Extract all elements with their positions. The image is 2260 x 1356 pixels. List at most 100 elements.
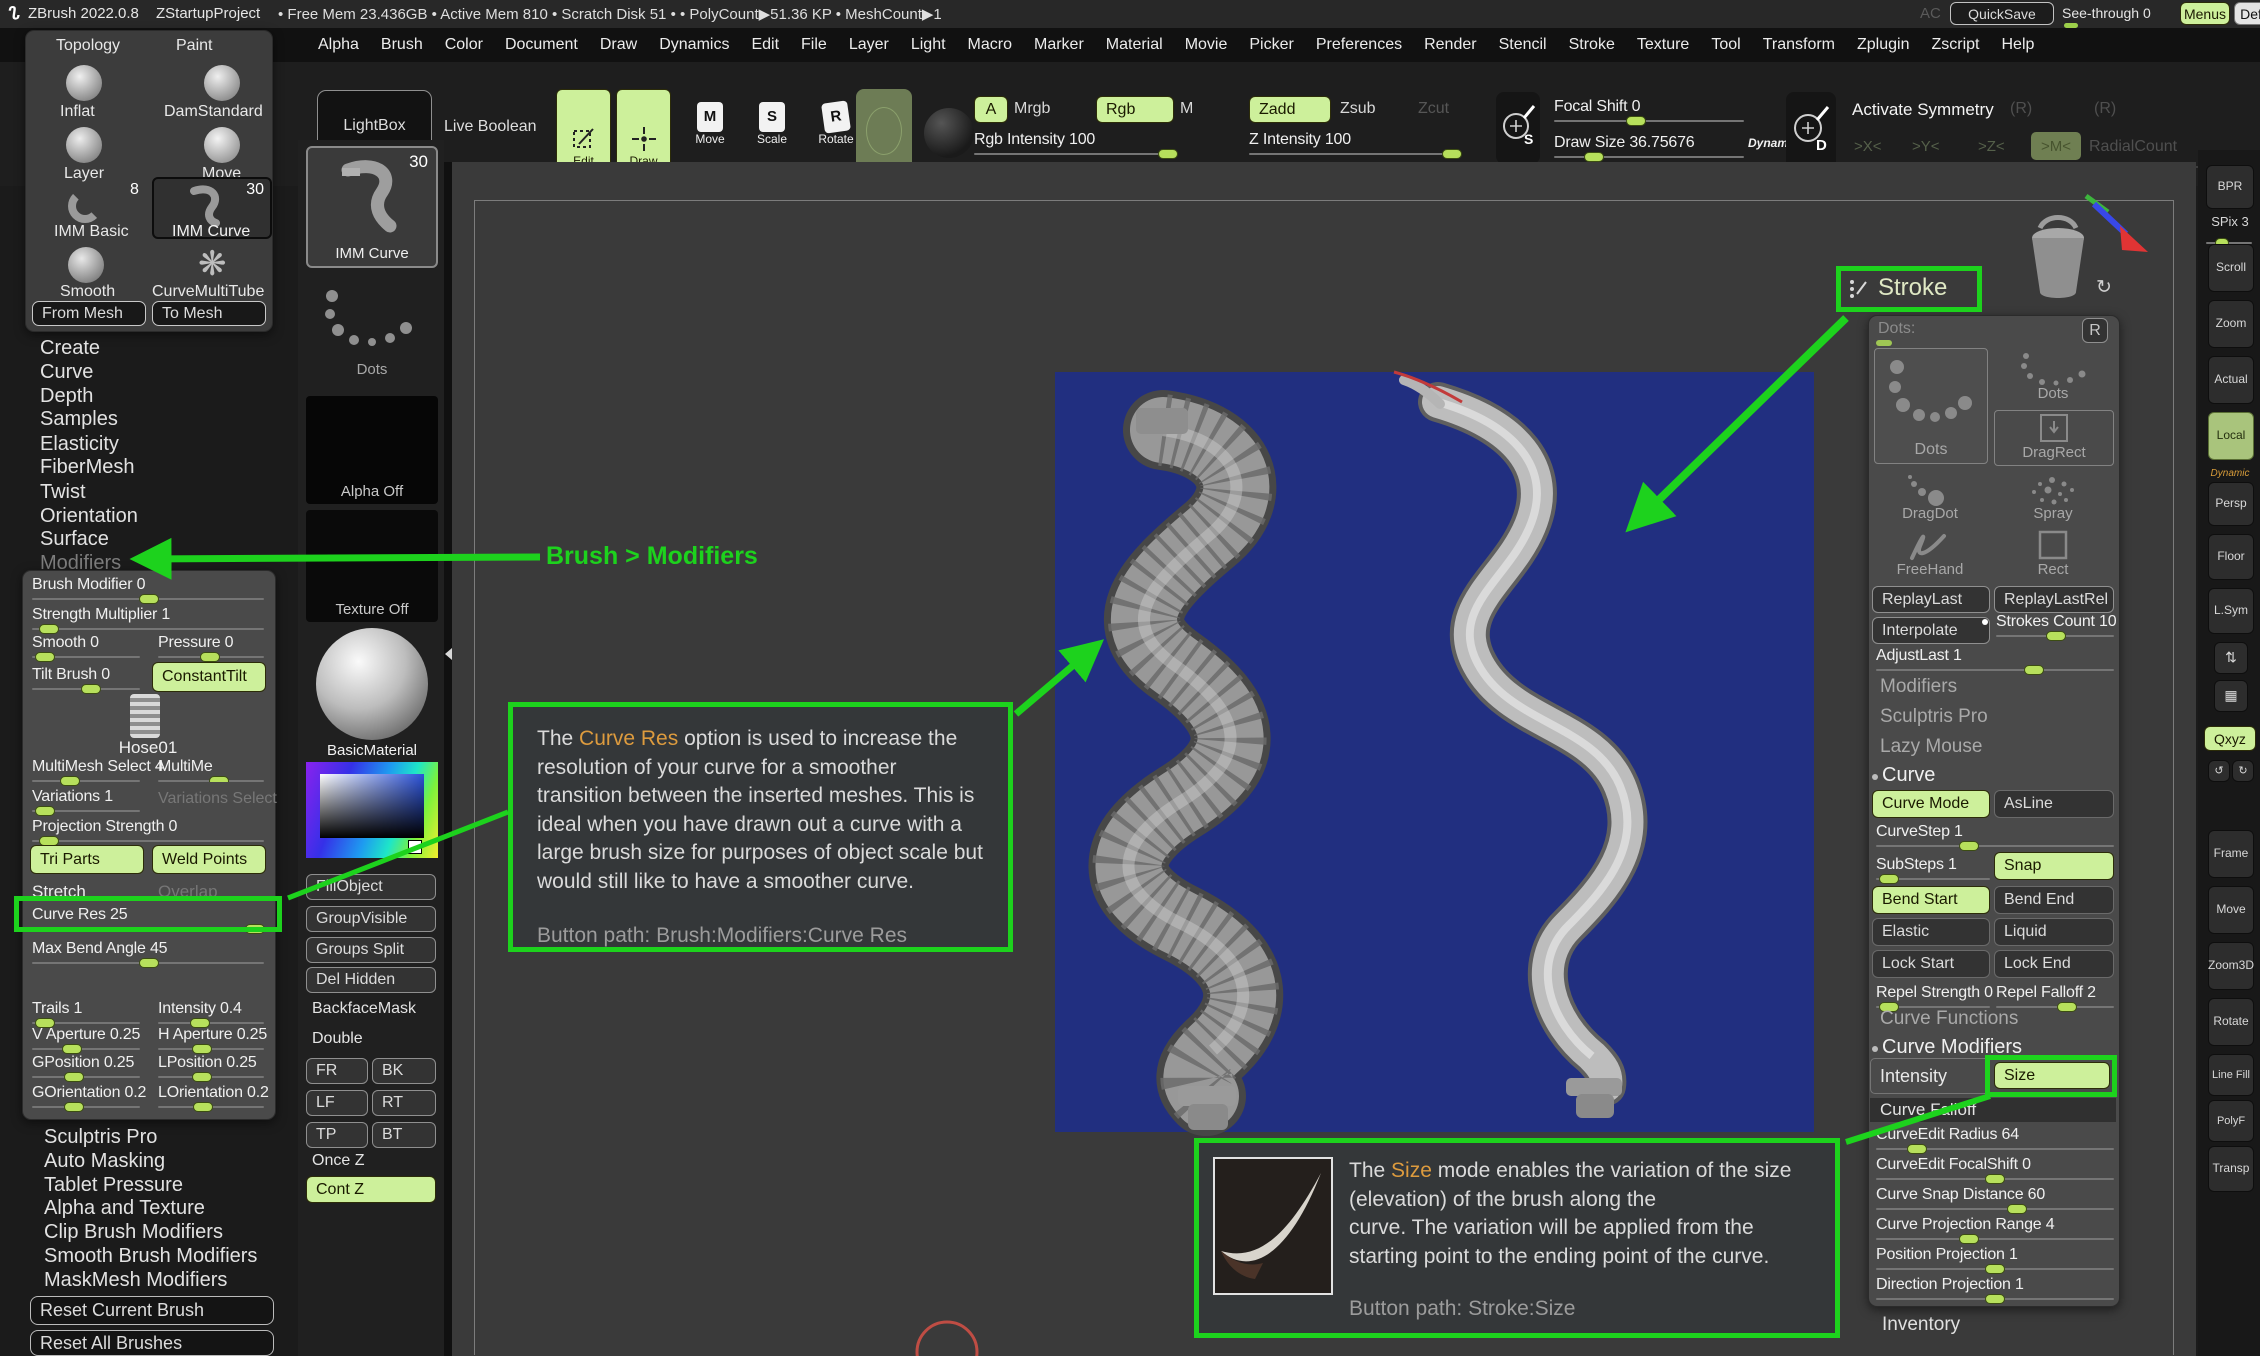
section-smooth-brush-modifiers[interactable]: Smooth Brush Modifiers (44, 1245, 257, 1268)
shelf-updown-icon[interactable]: ⇅ (2214, 642, 2248, 674)
scale-mode-button[interactable]: S Scale (752, 102, 792, 146)
mrgb-toggle[interactable]: Mrgb (1014, 100, 1050, 118)
section-twist[interactable]: Twist (40, 481, 86, 504)
backface-mask-toggle[interactable]: BackfaceMask (312, 1000, 416, 1018)
section-maskmesh-modifiers[interactable]: MaskMesh Modifiers (44, 1269, 227, 1292)
menu-file[interactable]: File (801, 36, 827, 54)
shelf-grid-icon[interactable]: ▦ (2214, 680, 2248, 712)
focal-shift-icon[interactable]: S (1496, 92, 1540, 164)
hose01-thumbnail[interactable] (130, 694, 160, 738)
rt-button[interactable]: RT (372, 1090, 436, 1116)
zoom3d-button[interactable]: Zoom3D (2208, 942, 2254, 990)
zsub-toggle[interactable]: Zsub (1340, 100, 1376, 118)
bend-start-button[interactable]: Bend Start (1872, 886, 1990, 914)
brush-thumb-smooth[interactable]: Smooth (60, 283, 115, 301)
reset-all-brushes-button[interactable]: Reset All Brushes (30, 1330, 274, 1356)
line-fill-button[interactable]: Line Fill (2208, 1054, 2254, 1096)
document[interactable] (1055, 372, 1814, 1132)
multimesh-select-slider[interactable]: MultiMesh Select 4 (32, 758, 140, 782)
def-button[interactable]: Def (2234, 2, 2260, 25)
a-toggle[interactable]: A (974, 96, 1008, 123)
scroll-button[interactable]: Scroll (2208, 244, 2254, 292)
section-samples[interactable]: Samples (40, 408, 118, 431)
stroke-section-curve-functions[interactable]: Curve Functions (1880, 1008, 2018, 1030)
snap-button[interactable]: Snap (1994, 852, 2114, 880)
menu-macro[interactable]: Macro (968, 36, 1012, 54)
intensity-mode-button[interactable]: Intensity (1880, 1066, 1947, 1087)
local-button[interactable]: Local (2208, 412, 2254, 460)
stroke-section-curve[interactable]: Curve (1882, 764, 1935, 787)
strength-multiplier-slider[interactable]: Strength Multiplier 1 (32, 606, 264, 630)
curveedit-radius-slider[interactable]: CurveEdit Radius 64 (1876, 1126, 2114, 1150)
texture-tile[interactable]: Texture Off (306, 510, 438, 622)
rotate-3d-button[interactable]: Rotate (2208, 998, 2254, 1046)
section-alpha-texture[interactable]: Alpha and Texture (44, 1197, 205, 1220)
direction-projection-slider[interactable]: Direction Projection 1 (1876, 1276, 2114, 1300)
menu-stroke[interactable]: Stroke (1569, 36, 1615, 54)
stroke-type-freehand[interactable]: FreeHand (1874, 530, 1986, 582)
stroke-type-spray[interactable]: Spray (1994, 470, 2112, 526)
curve-snap-distance-slider[interactable]: Curve Snap Distance 60 (1876, 1186, 2114, 1210)
stroke-type-tile[interactable]: Dots (306, 278, 438, 382)
shelf-rotl-icon[interactable]: ↺ (2208, 760, 2230, 782)
v-aperture-slider[interactable]: V Aperture 0.25 (32, 1026, 140, 1050)
sym-m-toggle[interactable]: >M< (2031, 132, 2081, 160)
brush-thumb-curvemultitube[interactable]: CurveMultiTube (152, 283, 264, 301)
spix-slider[interactable]: SPix 3 (2204, 214, 2256, 229)
quicksave-button[interactable]: QuickSave (1950, 2, 2054, 25)
l-position-slider[interactable]: LPosition 0.25 (158, 1054, 264, 1078)
menu-edit[interactable]: Edit (751, 36, 779, 54)
section-clip-brush-modifiers[interactable]: Clip Brush Modifiers (44, 1221, 223, 1244)
rgb-toggle[interactable]: Rgb (1096, 96, 1174, 123)
material-slot[interactable] (924, 108, 974, 158)
group-visible-button[interactable]: GroupVisible (306, 906, 436, 932)
max-bend-angle-slider[interactable]: Max Bend Angle 45 (32, 940, 264, 964)
replay-last-button[interactable]: ReplayLast (1872, 586, 1990, 613)
strokes-count-slider[interactable]: Strokes Count 10 (1996, 613, 2114, 637)
menu-movie[interactable]: Movie (1185, 36, 1228, 54)
panel-refresh-icon[interactable]: ↻ (2096, 276, 2112, 299)
pressure-slider[interactable]: Pressure 0 (158, 634, 264, 658)
substeps-slider[interactable]: SubSteps 1 (1876, 856, 1990, 880)
material-tile[interactable] (316, 628, 428, 740)
tilt-brush-slider[interactable]: Tilt Brush 0 (32, 666, 140, 690)
stroke-type-rect[interactable]: Rect (1994, 530, 2112, 582)
zoom-button[interactable]: Zoom (2208, 300, 2254, 348)
zadd-toggle[interactable]: Zadd (1249, 96, 1331, 123)
stroke-section-sculptris[interactable]: Sculptris Pro (1880, 706, 1988, 728)
actual-button[interactable]: Actual (2208, 356, 2254, 404)
canvas-left-divider[interactable] (444, 162, 452, 1356)
position-projection-slider[interactable]: Position Projection 1 (1876, 1246, 2114, 1270)
brush-thumb-imm-basic[interactable]: IMM Basic (54, 223, 129, 241)
curve-step-slider[interactable]: CurveStep 1 (1876, 823, 2114, 847)
g-orientation-slider[interactable]: GOrientation 0.2 (32, 1084, 140, 1108)
focal-shift-slider[interactable]: Focal Shift 0 (1554, 98, 1744, 122)
stroke-section-modifiers[interactable]: Modifiers (1880, 676, 1957, 698)
floor-button[interactable]: Floor (2208, 534, 2254, 580)
menu-marker[interactable]: Marker (1034, 36, 1084, 54)
section-depth[interactable]: Depth (40, 385, 93, 408)
menu-stencil[interactable]: Stencil (1499, 36, 1547, 54)
menu-dynamics[interactable]: Dynamics (659, 36, 729, 54)
menu-light[interactable]: Light (911, 36, 946, 54)
brush-thumb-damstandard[interactable]: DamStandard (164, 103, 263, 121)
alpha-slot[interactable] (856, 89, 912, 173)
stroke-section-lazy-mouse[interactable]: Lazy Mouse (1880, 736, 1982, 758)
liquid-button[interactable]: Liquid (1994, 918, 2114, 946)
curve-mode-button[interactable]: Curve Mode (1872, 790, 1990, 818)
smooth-slider[interactable]: Smooth 0 (32, 634, 140, 658)
to-mesh-button[interactable]: To Mesh (152, 301, 266, 326)
draw-mode-button[interactable]: Draw (616, 89, 671, 173)
lsym-button[interactable]: L.Sym (2208, 588, 2254, 634)
radial-count-slider[interactable]: RadialCount (2089, 138, 2177, 156)
variations-slider[interactable]: Variations 1 (32, 788, 140, 812)
move-mode-button[interactable]: M Move (690, 102, 730, 146)
fr-button[interactable]: FR (306, 1058, 368, 1084)
weld-points-button[interactable]: Weld Points (152, 845, 266, 874)
menu-preferences[interactable]: Preferences (1316, 36, 1402, 54)
persp-button[interactable]: Persp (2208, 482, 2254, 526)
section-orientation[interactable]: Orientation (40, 505, 138, 528)
brush-thumb-layer[interactable]: Layer (64, 165, 104, 183)
replay-last-rel-button[interactable]: ReplayLastRel (1994, 586, 2114, 613)
projection-strength-slider[interactable]: Projection Strength 0 (32, 818, 264, 842)
